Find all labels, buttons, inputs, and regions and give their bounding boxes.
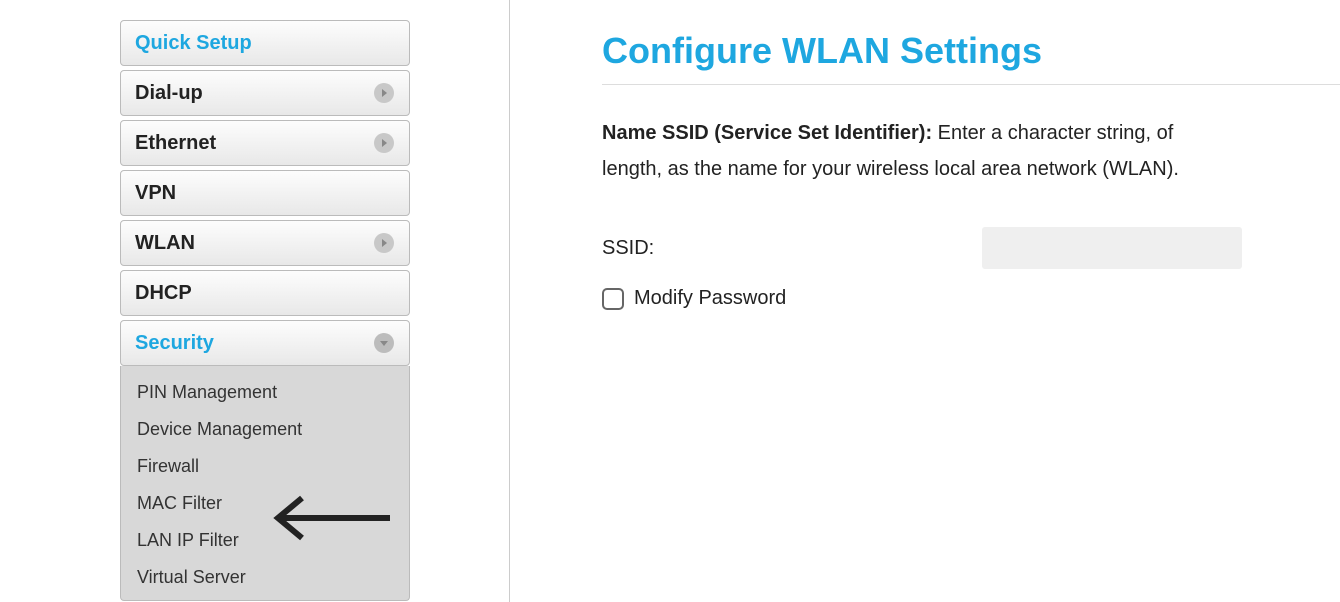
chevron-right-icon — [373, 232, 395, 254]
sub-lan-ip-filter[interactable]: LAN IP Filter — [133, 522, 409, 559]
ssid-label: SSID: — [602, 237, 982, 260]
sub-pin-management[interactable]: PIN Management — [133, 374, 409, 411]
modify-password-row: Modify Password — [602, 287, 1340, 310]
nav-label: DHCP — [135, 282, 192, 305]
nav-wlan[interactable]: WLAN — [120, 220, 410, 266]
sub-firewall[interactable]: Firewall — [133, 448, 409, 485]
nav-vpn[interactable]: VPN — [120, 170, 410, 216]
modify-password-checkbox[interactable] — [602, 288, 624, 310]
nav-security[interactable]: Security — [120, 320, 410, 366]
sidebar: Quick Setup Dial-up Ethernet VPN WLAN DH… — [0, 0, 510, 602]
nav-quick-setup[interactable]: Quick Setup — [120, 20, 410, 66]
nav-label: Security — [135, 332, 214, 355]
sub-device-management[interactable]: Device Management — [133, 411, 409, 448]
chevron-right-icon — [373, 132, 395, 154]
description-line2: length, as the name for your wireless lo… — [602, 151, 1340, 187]
nav-dialup[interactable]: Dial-up — [120, 70, 410, 116]
desc-bold: Name SSID (Service Set Identifier): — [602, 122, 932, 144]
description: Name SSID (Service Set Identifier): Ente… — [602, 115, 1340, 151]
nav-label: Quick Setup — [135, 32, 252, 55]
nav-label: VPN — [135, 182, 176, 205]
nav-ethernet[interactable]: Ethernet — [120, 120, 410, 166]
ssid-row: SSID: — [602, 227, 1340, 269]
chevron-right-icon — [373, 82, 395, 104]
page-title: Configure WLAN Settings — [602, 30, 1340, 85]
sub-mac-filter[interactable]: MAC Filter — [133, 485, 409, 522]
modify-password-label: Modify Password — [634, 287, 786, 310]
security-submenu: PIN Management Device Management Firewal… — [120, 366, 410, 601]
nav-label: Dial-up — [135, 82, 203, 105]
sub-virtual-server[interactable]: Virtual Server — [133, 559, 409, 596]
nav-dhcp[interactable]: DHCP — [120, 270, 410, 316]
chevron-down-icon — [373, 332, 395, 354]
nav-label: WLAN — [135, 232, 195, 255]
desc-rest1: Enter a character string, of — [932, 122, 1173, 144]
ssid-input[interactable] — [982, 227, 1242, 269]
main-content: Configure WLAN Settings Name SSID (Servi… — [510, 0, 1340, 602]
nav-label: Ethernet — [135, 132, 216, 155]
